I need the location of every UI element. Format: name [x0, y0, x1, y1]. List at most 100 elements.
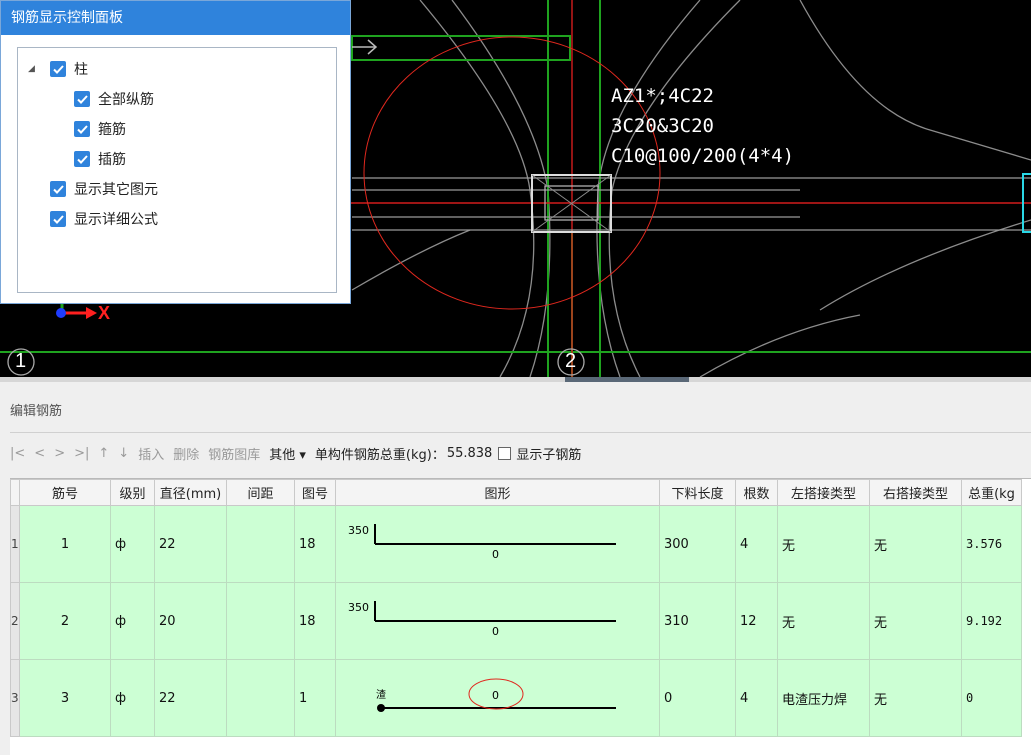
move-up-button[interactable]: ↑: [98, 446, 109, 461]
cell-left-lap[interactable]: 电渣压力焊: [777, 659, 870, 737]
collapse-triangle-icon[interactable]: ◢: [28, 64, 38, 74]
cell-bar-no[interactable]: 3: [19, 659, 111, 737]
cell-left-lap[interactable]: 无: [777, 582, 870, 660]
rebar-library-button[interactable]: 钢筋图库: [208, 444, 260, 463]
column-header[interactable]: 级别: [110, 479, 155, 506]
rebar-shape-l-hook: 350 0: [348, 601, 616, 638]
cell-diameter[interactable]: 22: [154, 505, 227, 583]
shape-left-dim: 350: [348, 601, 369, 614]
tree-item-label: 插筋: [98, 152, 126, 168]
column-header[interactable]: 总重(kg: [961, 479, 1022, 506]
total-weight-value: 55.838: [446, 445, 493, 461]
grid-label-2: 2: [565, 350, 577, 372]
shape-mid-dim: 0: [492, 689, 499, 702]
cell-grade[interactable]: ф: [110, 659, 155, 737]
cell-grade[interactable]: ф: [110, 582, 155, 660]
cell-cut-length[interactable]: 0: [659, 659, 736, 737]
editor-title: 编辑钢筋: [10, 404, 63, 419]
cell-spacing[interactable]: [226, 659, 295, 737]
column-header[interactable]: 筋号: [19, 479, 111, 506]
checkbox-checked-icon[interactable]: [74, 151, 90, 167]
next-record-button[interactable]: >: [54, 446, 65, 461]
column-header[interactable]: 根数: [735, 479, 778, 506]
tree-item-show-other[interactable]: 显示其它图元: [50, 178, 158, 200]
tree-item-column[interactable]: ◢ 柱: [28, 58, 88, 80]
rebar-annotation-line-2: 3C20&3C20: [611, 115, 714, 137]
column-header[interactable]: 下料长度: [659, 479, 736, 506]
cell-spacing[interactable]: [226, 582, 295, 660]
cell-count[interactable]: 4: [735, 505, 778, 583]
tree-item-all-longitudinal[interactable]: 全部纵筋: [74, 88, 154, 110]
row-number[interactable]: 2: [10, 582, 20, 660]
prev-record-button[interactable]: <: [34, 446, 45, 461]
cell-grade[interactable]: ф: [110, 505, 155, 583]
row-number[interactable]: 3: [10, 659, 20, 737]
show-sub-rebar-label[interactable]: 显示子钢筋: [516, 444, 581, 463]
cell-cut-length[interactable]: 310: [659, 582, 736, 660]
shape-mid-dim: 0: [492, 548, 499, 561]
column-header[interactable]: 右搭接类型: [869, 479, 962, 506]
cell-figure-no[interactable]: 1: [294, 659, 336, 737]
cell-right-lap[interactable]: 无: [869, 582, 962, 660]
cell-shape[interactable]: 350 0: [335, 505, 660, 583]
table-row[interactable]: 1 1 ф 22 18 350 0 300 4 无 无 3.576: [10, 505, 1022, 583]
total-weight-label: 单构件钢筋总重(kg)：: [314, 447, 445, 463]
cell-bar-no[interactable]: 2: [19, 582, 111, 660]
column-header[interactable]: 左搭接类型: [777, 479, 870, 506]
move-down-button[interactable]: ↓: [118, 446, 129, 461]
rebar-display-control-panel[interactable]: 钢筋显示控制面板 ◢ 柱 全部纵筋 箍筋 插筋 显示其它图元 显示详细公式: [0, 0, 351, 304]
table-row[interactable]: 2 2 ф 20 18 350 0 310 12 无 无 9.192: [10, 582, 1022, 660]
tree-item-stirrup[interactable]: 箍筋: [74, 118, 126, 140]
column-header[interactable]: 图形: [335, 479, 660, 506]
table-header-row: 筋号 级别 直径(mm) 间距 图号 图形 下料长度 根数 左搭接类型 右搭接类…: [10, 479, 1022, 506]
rebar-annotation-line-3: C10@100/200(4*4): [611, 145, 795, 167]
checkbox-checked-icon[interactable]: [74, 91, 90, 107]
tree-item-label: 箍筋: [98, 122, 126, 138]
cell-diameter[interactable]: 20: [154, 582, 227, 660]
divider: [10, 432, 1031, 433]
delete-button[interactable]: 删除: [173, 444, 199, 463]
tree-item-label: 显示详细公式: [74, 212, 158, 228]
last-record-button[interactable]: >|: [74, 446, 89, 461]
cell-left-lap[interactable]: 无: [777, 505, 870, 583]
column-header[interactable]: 间距: [226, 479, 295, 506]
row-number[interactable]: 1: [10, 505, 20, 583]
other-menu-button[interactable]: 其他 ▾: [269, 444, 306, 463]
checkbox-checked-icon[interactable]: [50, 181, 66, 197]
cell-bar-no[interactable]: 1: [19, 505, 111, 583]
tree-item-show-formula[interactable]: 显示详细公式: [50, 208, 158, 230]
cell-shape[interactable]: 350 0: [335, 582, 660, 660]
cell-right-lap[interactable]: 无: [869, 659, 962, 737]
cell-total-weight[interactable]: 3.576: [961, 505, 1022, 583]
rebar-shape-straight-weld: 渣 0: [376, 678, 616, 712]
rebar-annotation-line-1: AZ1*;4C22: [611, 85, 714, 107]
checkbox-checked-icon[interactable]: [74, 121, 90, 137]
first-record-button[interactable]: |<: [10, 446, 25, 461]
column-header[interactable]: 直径(mm): [154, 479, 227, 506]
cell-total-weight[interactable]: 0: [961, 659, 1022, 737]
checkbox-checked-icon[interactable]: [50, 61, 66, 77]
cell-figure-no[interactable]: 18: [294, 582, 336, 660]
tree-item-label: 柱: [74, 62, 88, 78]
cell-shape[interactable]: 渣 0: [335, 659, 660, 737]
cell-figure-no[interactable]: 18: [294, 505, 336, 583]
x-axis-label: X: [98, 303, 111, 323]
rebar-grid: 筋号 级别 直径(mm) 间距 图号 图形 下料长度 根数 左搭接类型 右搭接类…: [10, 479, 1022, 737]
cell-total-weight[interactable]: 9.192: [961, 582, 1022, 660]
cell-spacing[interactable]: [226, 505, 295, 583]
cell-cut-length[interactable]: 300: [659, 505, 736, 583]
panel-title: 钢筋显示控制面板: [1, 1, 350, 35]
cell-count[interactable]: 4: [735, 659, 778, 737]
tree-item-label: 全部纵筋: [98, 92, 154, 108]
cell-right-lap[interactable]: 无: [869, 505, 962, 583]
show-sub-rebar-checkbox[interactable]: [498, 446, 512, 460]
panel-tree: ◢ 柱 全部纵筋 箍筋 插筋 显示其它图元 显示详细公式: [17, 47, 337, 293]
checkbox-checked-icon[interactable]: [50, 211, 66, 227]
column-header[interactable]: 图号: [294, 479, 336, 506]
tree-item-dowel[interactable]: 插筋: [74, 148, 126, 170]
table-row[interactable]: 3 3 ф 22 1 渣 0 0 4 电渣压力焊 无 0: [10, 659, 1022, 737]
cell-diameter[interactable]: 22: [154, 659, 227, 737]
insert-button[interactable]: 插入: [138, 444, 164, 463]
grid-label-1: 1: [15, 350, 27, 372]
cell-count[interactable]: 12: [735, 582, 778, 660]
